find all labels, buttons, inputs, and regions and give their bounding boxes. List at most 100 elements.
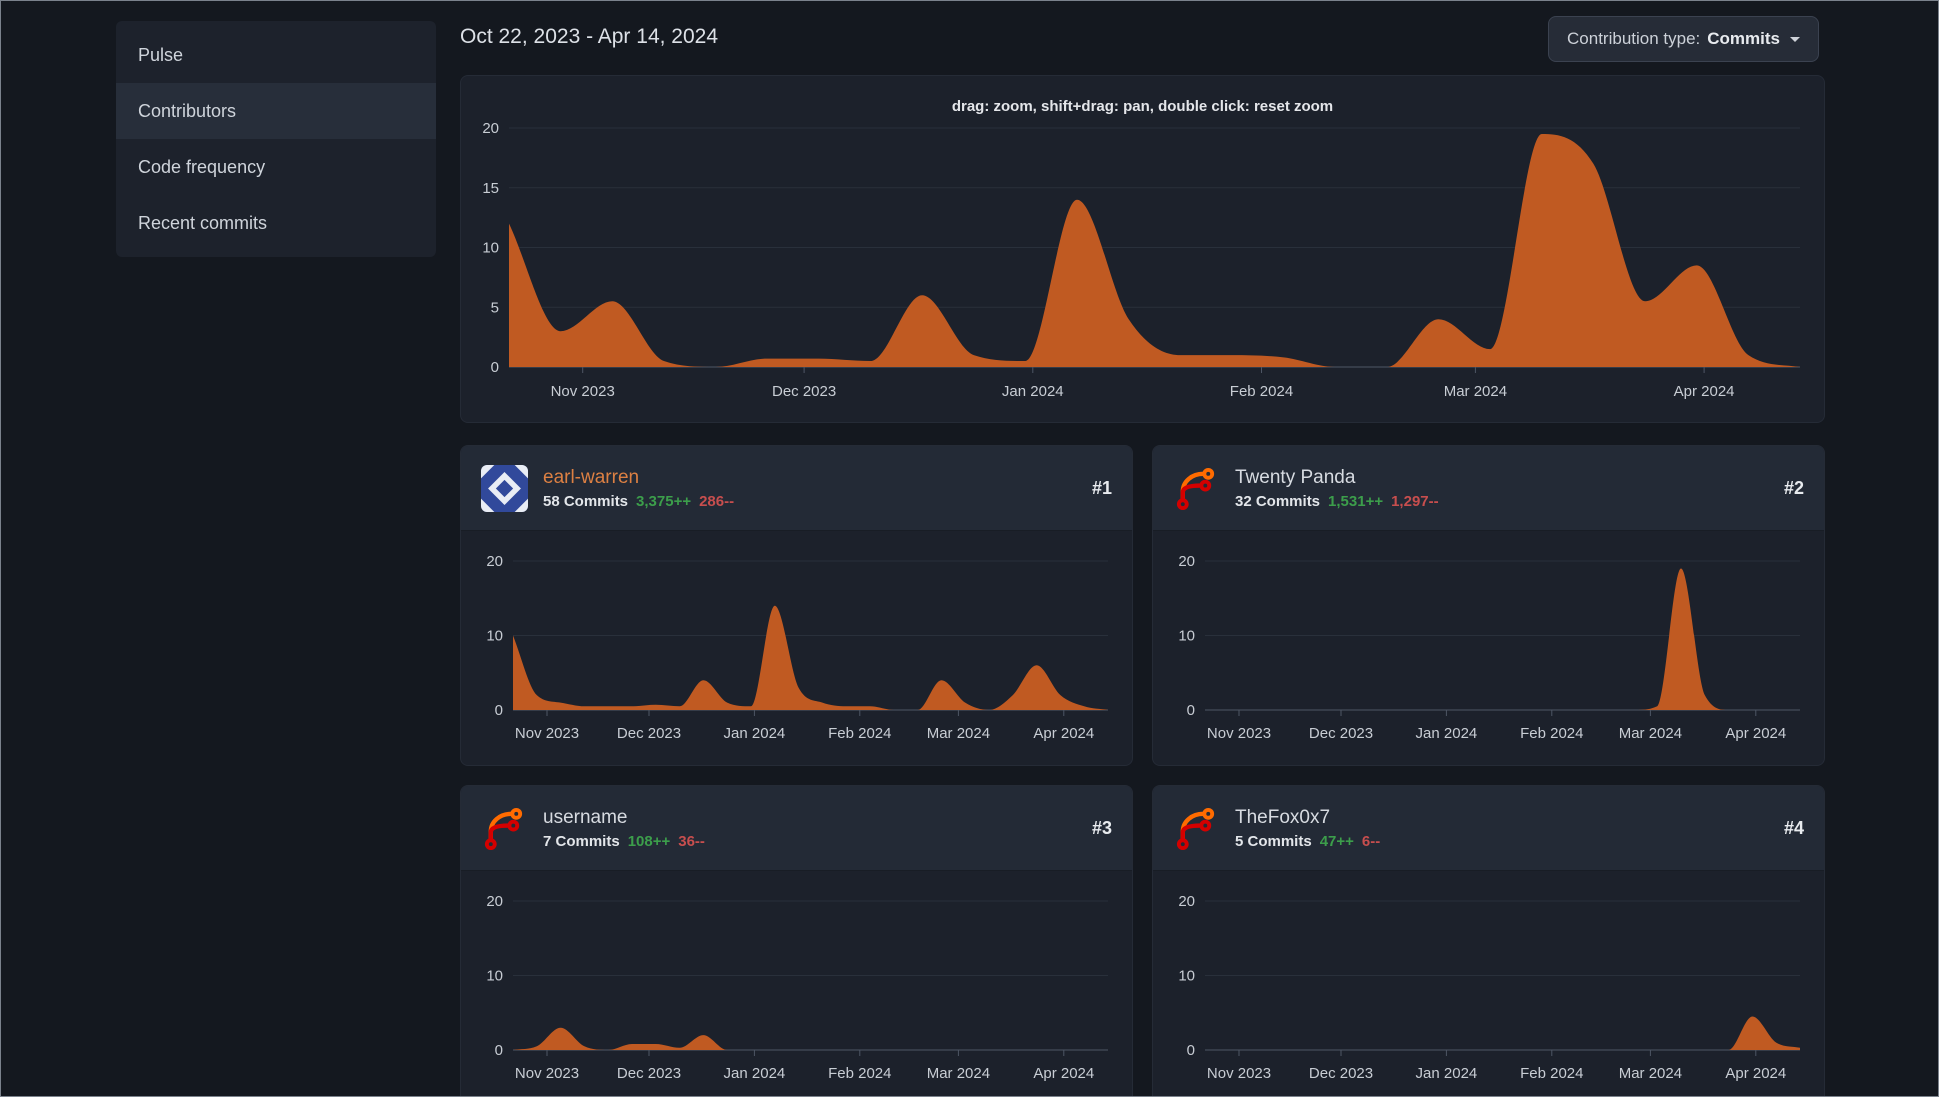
overall-activity-card: drag: zoom, shift+drag: pan, double clic… (460, 75, 1825, 423)
deletions-count: 6-- (1361, 832, 1381, 850)
contributor-card-1: earl-warren 58 Commits 3,375++ 286-- #1 … (460, 445, 1133, 766)
svg-text:20: 20 (482, 120, 499, 137)
forgejo-logo-avatar (1176, 467, 1215, 510)
sidebar-item-recent-commits[interactable]: Recent commits (116, 195, 436, 251)
additions-count: 108++ (627, 832, 671, 850)
svg-text:Dec 2023: Dec 2023 (617, 725, 681, 742)
svg-text:Apr 2024: Apr 2024 (1033, 725, 1094, 742)
topbar: Oct 22, 2023 - Apr 14, 2024 Contribution… (460, 1, 1825, 75)
contributor-card-2: Twenty Panda 32 Commits 1,531++ 1,297-- … (1152, 445, 1825, 766)
svg-text:20: 20 (486, 893, 503, 910)
svg-text:Mar 2024: Mar 2024 (927, 725, 990, 742)
svg-text:10: 10 (482, 240, 499, 257)
main-content: Oct 22, 2023 - Apr 14, 2024 Contribution… (460, 1, 1825, 1097)
contributor-card-header: earl-warren 58 Commits 3,375++ 286-- #1 (461, 446, 1132, 531)
additions-count: 1,531++ (1328, 492, 1384, 510)
deletions-count: 1,297-- (1391, 492, 1439, 510)
svg-text:10: 10 (1178, 968, 1195, 985)
svg-text:Dec 2023: Dec 2023 (1309, 725, 1373, 742)
commit-count: 5 Commits (1235, 832, 1312, 850)
contribution-type-value: Commits (1707, 29, 1780, 48)
contributor-avatar[interactable] (1173, 465, 1220, 512)
svg-text:Mar 2024: Mar 2024 (1619, 1065, 1682, 1082)
svg-text:Feb 2024: Feb 2024 (828, 725, 891, 742)
contributor-identity: username 7 Commits 108++ 36-- (543, 807, 705, 850)
contributor-avatar[interactable] (481, 464, 528, 512)
svg-text:5: 5 (491, 299, 499, 316)
contributor-name-link[interactable]: earl-warren (543, 467, 734, 489)
svg-text:Jan 2024: Jan 2024 (724, 1065, 786, 1082)
activity-sidebar: Pulse Contributors Code frequency Recent… (116, 21, 436, 257)
contributor-activity-chart[interactable]: 0 10 20 Nov 2023 Dec 2023 Jan 2024 Feb 2024 Mar… (461, 531, 1132, 765)
svg-text:Feb 2024: Feb 2024 (828, 1065, 891, 1082)
svg-text:Feb 2024: Feb 2024 (1230, 383, 1293, 400)
svg-text:0: 0 (491, 359, 499, 376)
svg-text:0: 0 (1187, 1042, 1195, 1059)
contributor-card-header: username 7 Commits 108++ 36-- #3 (461, 786, 1132, 871)
forgejo-logo-avatar (484, 807, 523, 850)
additions-count: 3,375++ (636, 492, 692, 510)
contribution-type-dropdown[interactable]: Contribution type: Commits (1548, 16, 1819, 62)
caret-down-icon (1790, 36, 1800, 42)
contributor-name-link[interactable]: username (543, 807, 705, 829)
svg-text:10: 10 (486, 968, 503, 985)
svg-text:0: 0 (495, 702, 503, 719)
svg-text:Apr 2024: Apr 2024 (1725, 725, 1786, 742)
sidebar-item-contributors[interactable]: Contributors (116, 83, 436, 139)
svg-text:20: 20 (1178, 893, 1195, 910)
svg-text:Mar 2024: Mar 2024 (1619, 725, 1682, 742)
repo-activity-page: Pulse Contributors Code frequency Recent… (0, 0, 1939, 1097)
contributor-identity: earl-warren 58 Commits 3,375++ 286-- (543, 467, 734, 510)
svg-text:0: 0 (1187, 702, 1195, 719)
contributor-activity-chart[interactable]: 0 10 20 Nov 2023 Dec 2023 Jan 2024 Feb 2024 Mar… (1153, 531, 1824, 765)
svg-text:10: 10 (1178, 628, 1195, 645)
contributor-rank: #4 (1783, 817, 1804, 838)
contributor-avatar[interactable] (1173, 805, 1220, 852)
commit-count: 7 Commits (543, 832, 620, 850)
svg-text:Mar 2024: Mar 2024 (927, 1065, 990, 1082)
svg-text:Jan 2024: Jan 2024 (724, 725, 786, 742)
contributor-stats: 7 Commits 108++ 36-- (543, 833, 705, 850)
contributor-activity-chart[interactable]: 0 10 20 Nov 2023 Dec 2023 Jan 2024 Feb 2024 Mar… (461, 871, 1132, 1097)
contributor-rank: #1 (1091, 477, 1112, 498)
svg-text:Dec 2023: Dec 2023 (617, 1065, 681, 1082)
date-range-title: Oct 22, 2023 - Apr 14, 2024 (460, 25, 719, 48)
contributor-cards-grid: earl-warren 58 Commits 3,375++ 286-- #1 … (460, 445, 1825, 1097)
svg-text:10: 10 (486, 628, 503, 645)
contributor-card-4: TheFox0x7 5 Commits 47++ 6-- #4 0 10 20 Nov… (1152, 785, 1825, 1097)
contributor-activity-chart[interactable]: 0 10 20 Nov 2023 Dec 2023 Jan 2024 Feb 2024 Mar… (1153, 871, 1824, 1097)
contributor-card-header: TheFox0x7 5 Commits 47++ 6-- #4 (1153, 786, 1824, 871)
sidebar-item-code-frequency[interactable]: Code frequency (116, 139, 436, 195)
additions-count: 47++ (1319, 832, 1354, 850)
contributor-stats: 32 Commits 1,531++ 1,297-- (1235, 493, 1439, 510)
overall-activity-chart[interactable]: 0 5 10 15 20 Nov 2023 Dec 2023 Jan 2024 Feb 2024… (461, 76, 1824, 422)
contribution-type-label: Contribution type: (1567, 29, 1701, 48)
contributor-avatar[interactable] (481, 805, 528, 852)
svg-text:Nov 2023: Nov 2023 (1207, 1065, 1271, 1082)
contributor-identity: Twenty Panda 32 Commits 1,531++ 1,297-- (1235, 467, 1439, 510)
svg-text:0: 0 (495, 1042, 503, 1059)
svg-text:20: 20 (486, 553, 503, 570)
svg-text:15: 15 (482, 180, 499, 197)
contributor-rank: #2 (1783, 477, 1804, 498)
svg-text:Dec 2023: Dec 2023 (1309, 1065, 1373, 1082)
svg-text:Jan 2024: Jan 2024 (1416, 1065, 1478, 1082)
sidebar-item-pulse[interactable]: Pulse (116, 27, 436, 83)
deletions-count: 286-- (699, 492, 735, 510)
forgejo-logo-avatar (1176, 807, 1215, 850)
identicon-avatar (481, 464, 528, 512)
contributor-name-link[interactable]: Twenty Panda (1235, 467, 1439, 489)
contributor-name-link[interactable]: TheFox0x7 (1235, 807, 1380, 829)
svg-text:Jan 2024: Jan 2024 (1002, 383, 1064, 400)
chart-zoom-hint: drag: zoom, shift+drag: pan, double clic… (951, 98, 1334, 115)
svg-text:Apr 2024: Apr 2024 (1674, 383, 1735, 400)
svg-text:Feb 2024: Feb 2024 (1520, 1065, 1583, 1082)
svg-text:Nov 2023: Nov 2023 (515, 1065, 579, 1082)
commit-count: 58 Commits (543, 492, 629, 510)
svg-text:20: 20 (1178, 553, 1195, 570)
svg-text:Dec 2023: Dec 2023 (772, 383, 836, 400)
contributor-card-header: Twenty Panda 32 Commits 1,531++ 1,297-- … (1153, 446, 1824, 531)
contributor-stats: 58 Commits 3,375++ 286-- (543, 493, 734, 510)
contributor-rank: #3 (1091, 817, 1112, 838)
svg-text:Jan 2024: Jan 2024 (1416, 725, 1478, 742)
